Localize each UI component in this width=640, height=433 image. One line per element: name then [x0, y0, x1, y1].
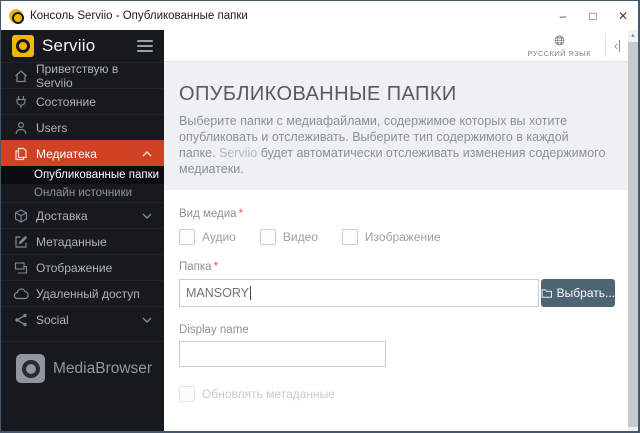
scroll-up-arrow-icon[interactable]: ▲: [628, 30, 638, 42]
video-checkbox[interactable]: [259, 229, 276, 245]
box-icon: [13, 208, 29, 224]
sidebar-item-library[interactable]: Медиатека: [1, 140, 164, 166]
top-bar: РУССКИЙ ЯЗЫК ‹: [164, 30, 628, 62]
sidebar-subitem-shared-folders[interactable]: Опубликованные папки: [1, 166, 164, 184]
image-label: Изображение: [364, 230, 441, 244]
close-button[interactable]: ✕: [608, 1, 638, 30]
sidebar-item-label: Метаданные: [36, 234, 107, 249]
chevron-up-icon: [142, 150, 152, 157]
library-icon: [13, 146, 29, 162]
language-selector[interactable]: РУССКИЙ ЯЗЫК: [514, 30, 605, 61]
required-asterisk: *: [213, 261, 219, 273]
update-metadata-option: Обновлять метаданные: [179, 386, 615, 402]
sidebar-brand: Serviio: [1, 30, 164, 62]
window-title: Консоль Serviio - Опубликованные папки: [30, 9, 248, 22]
image-option: Изображение: [341, 229, 441, 245]
serviio-app-icon: [9, 8, 24, 24]
sidebar-item-metadata[interactable]: Метаданные: [1, 228, 164, 254]
folder-path-input[interactable]: MANSORY: [179, 279, 539, 307]
page-header: ОПУБЛИКОВАННЫЕ ПАПКИ Выберите папки с ме…: [164, 62, 628, 190]
browse-button[interactable]: Выбрать...: [541, 279, 615, 307]
brand-mention: Serviio: [219, 146, 258, 160]
vertical-scrollbar[interactable]: ▲: [628, 30, 638, 431]
sidebar-item-label: Отображение: [36, 260, 113, 275]
sidebar-item-label: Доставка: [36, 208, 88, 223]
sidebar-item-status[interactable]: Состояние: [1, 88, 164, 114]
scrollbar-thumb[interactable]: [628, 42, 638, 427]
edit-icon: [13, 234, 29, 250]
minimize-button[interactable]: –: [548, 1, 578, 30]
serviio-logo-icon: [12, 35, 34, 57]
media-type-options: Аудио Видео Изображение: [179, 229, 615, 245]
media-type-label: Вид медиа *: [179, 208, 244, 220]
chevron-down-icon: [142, 317, 152, 323]
mediabrowser-logo-icon: [16, 354, 45, 383]
sidebar-subitem-label: Онлайн источники: [34, 187, 133, 199]
brand-name: Serviio: [42, 36, 96, 55]
display-name-label: Display name: [179, 324, 249, 336]
sidebar-item-label: Social: [36, 312, 69, 327]
sidebar-item-remote-access[interactable]: Удаленный доступ: [1, 280, 164, 306]
language-label: РУССКИЙ ЯЗЫК: [527, 48, 591, 58]
sidebar-item-label: Приветствую в Serviio: [36, 61, 119, 90]
page-content: ОПУБЛИКОВАННЫЕ ПАПКИ Выберите папки с ме…: [164, 62, 628, 431]
home-icon: [13, 68, 29, 84]
collapse-panel-button[interactable]: ‹: [606, 30, 628, 61]
sidebar: Serviio Приветствую в Serviio Состояние …: [1, 30, 164, 431]
sidebar-item-delivery[interactable]: Доставка: [1, 202, 164, 228]
sidebar-item-welcome[interactable]: Приветствую в Serviio: [1, 61, 164, 90]
audio-label: Аудио: [202, 230, 236, 244]
title-bar: Консоль Serviio - Опубликованные папки –…: [1, 1, 638, 30]
update-metadata-label: Обновлять метаданные: [202, 387, 335, 401]
required-asterisk: *: [238, 208, 244, 220]
page-description: Выберите папки с медиафайлами, содержимо…: [179, 114, 606, 176]
audio-checkbox[interactable]: [179, 229, 195, 245]
video-label: Видео: [282, 230, 318, 244]
sidebar-subitem-online-sources[interactable]: Онлайн источники: [1, 184, 164, 202]
sidebar-item-presentation[interactable]: Отображение: [1, 254, 164, 280]
folder-icon: [541, 288, 553, 298]
shared-folder-form: Вид медиа * Аудио Видео Изображение Папк…: [164, 190, 628, 431]
mediabrowser-banner[interactable]: MediaBrowser: [1, 341, 164, 383]
maximize-button[interactable]: □: [578, 1, 608, 30]
globe-icon: [554, 35, 565, 45]
folder-label: Папка *: [179, 261, 219, 273]
window-controls: – □ ✕: [548, 1, 638, 30]
mediabrowser-label: MediaBrowser: [53, 359, 153, 377]
plug-icon: [13, 94, 29, 110]
sidebar-item-label: Медиатека: [36, 146, 97, 161]
screens-icon: [13, 260, 29, 276]
share-icon: [13, 312, 29, 328]
user-icon: [13, 120, 29, 136]
display-name-input[interactable]: [179, 341, 386, 367]
sidebar-subitem-label: Опубликованные папки: [34, 169, 160, 181]
sidebar-item-label: Состояние: [36, 94, 96, 109]
audio-option: Аудио: [179, 229, 236, 245]
page-title: ОПУБЛИКОВАННЫЕ ПАПКИ: [179, 83, 457, 105]
cloud-icon: [13, 286, 29, 302]
text-caret: [249, 286, 251, 300]
app-window: Консоль Serviio - Опубликованные папки –…: [0, 0, 640, 433]
image-checkbox[interactable]: [341, 229, 358, 245]
folder-field-row: MANSORY Выбрать...: [179, 279, 615, 307]
folder-path-value: MANSORY: [186, 286, 249, 300]
sidebar-item-label: Users: [36, 120, 68, 135]
sidebar-item-users[interactable]: Users: [1, 114, 164, 140]
hamburger-menu-icon[interactable]: [137, 40, 153, 52]
main-area: РУССКИЙ ЯЗЫК ‹ ОПУБЛИКОВАННЫЕ ПАПКИ Выбе…: [164, 30, 628, 431]
update-metadata-checkbox[interactable]: [179, 386, 195, 402]
chevron-down-icon: [142, 213, 152, 219]
sidebar-item-label: Удаленный доступ: [36, 286, 140, 301]
users-access-label: Users with access: [179, 429, 615, 431]
sidebar-item-social[interactable]: Social: [1, 306, 164, 332]
video-option: Видео: [259, 229, 318, 245]
